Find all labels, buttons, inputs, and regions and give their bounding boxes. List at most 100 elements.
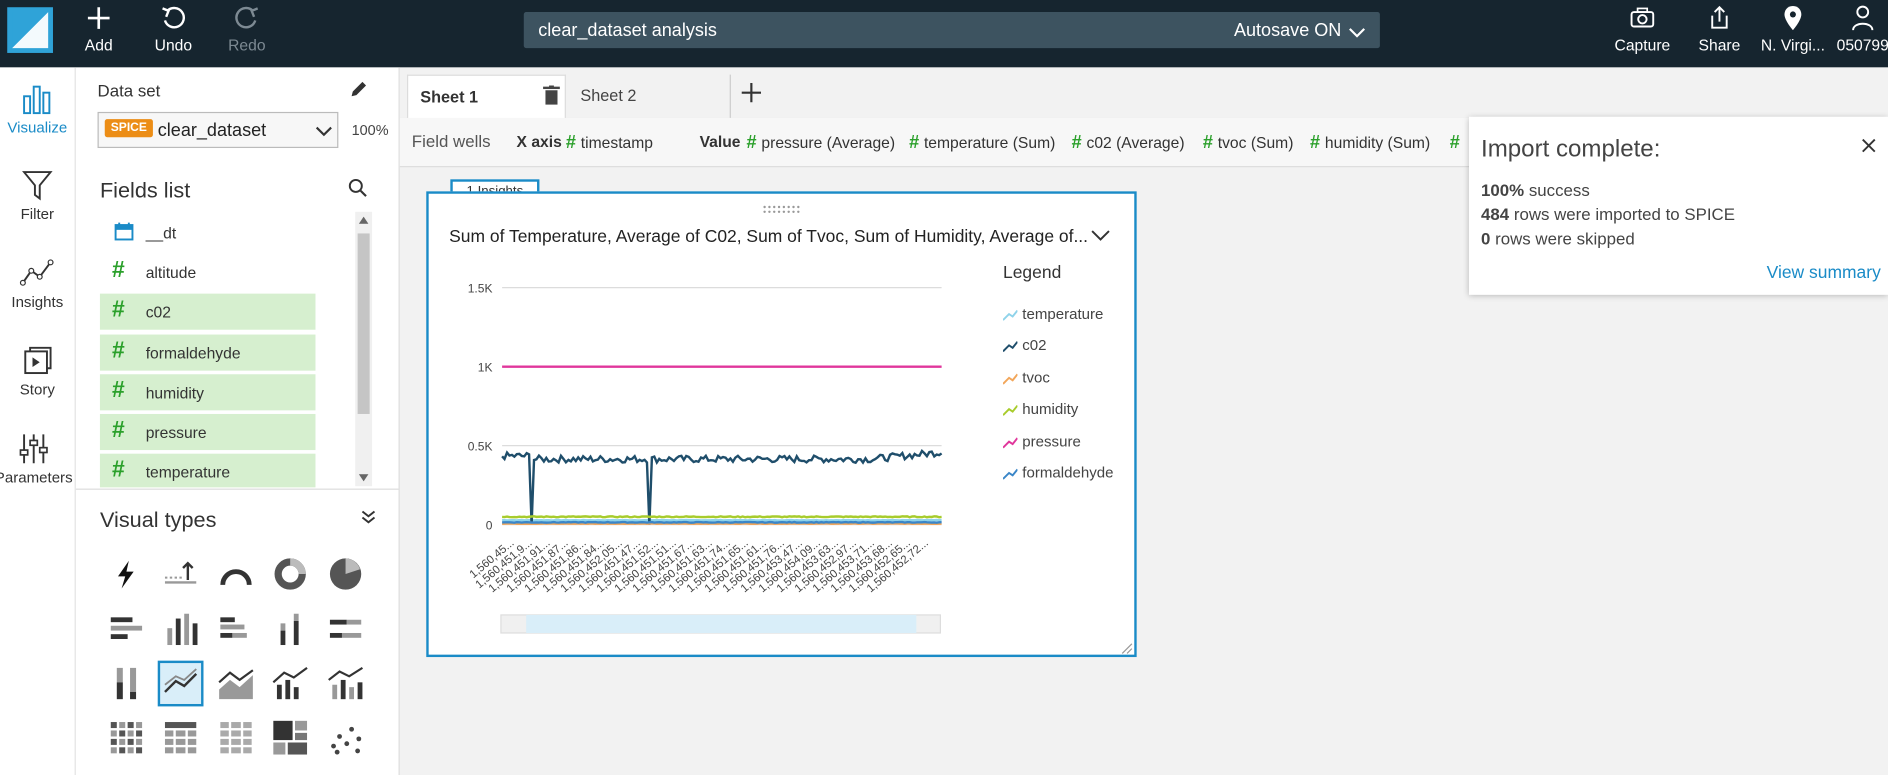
series-line-formaldehyde[interactable]	[502, 520, 942, 524]
quicksight-logo[interactable]	[7, 7, 53, 53]
user-icon	[1835, 5, 1888, 36]
trash-icon[interactable]	[543, 85, 560, 108]
region-label: N. Virgi...	[1760, 36, 1825, 55]
value-field-chip[interactable]: # humidity (Sum)	[1310, 132, 1430, 152]
legend-label: humidity	[1022, 400, 1079, 418]
donut-chart-icon[interactable]	[267, 551, 313, 597]
capture-button[interactable]: Capture	[1609, 5, 1676, 63]
skipped-text: rows were skipped	[1495, 228, 1635, 248]
edit-dataset-pencil-icon[interactable]	[348, 78, 370, 106]
scroll-down-icon[interactable]	[358, 474, 369, 482]
value-field-chip[interactable]: # tvoc (Sum)	[1203, 132, 1294, 152]
series-line-humidity[interactable]	[502, 515, 942, 519]
toast-title: Import complete:	[1481, 135, 1661, 163]
add-sheet-plus-icon[interactable]	[741, 82, 763, 110]
y-tick-label: 1K	[478, 360, 493, 374]
fields-scrollbar[interactable]	[355, 211, 373, 487]
success-line: 100% success	[1481, 181, 1590, 200]
tab-label: Sheet 2	[580, 86, 637, 105]
sliders-icon	[0, 432, 77, 469]
field-item-formaldehyde[interactable]: # formaldehyde	[99, 334, 316, 371]
tab-sheet-2[interactable]: Sheet 2	[571, 74, 731, 118]
legend-item-temperature[interactable]: temperature	[1002, 306, 1103, 323]
scrollbar-thumb[interactable]	[357, 233, 370, 414]
analysis-title[interactable]: clear_dataset analysis	[538, 20, 717, 40]
combo-clustered-line-icon[interactable]	[323, 661, 369, 707]
value-field-chip[interactable]: # temperature (Sum)	[909, 132, 1055, 152]
top-bar: Add Undo Redo clear_dataset analysis Aut…	[0, 0, 1888, 68]
resize-handle-icon[interactable]	[1121, 643, 1133, 654]
combo-bar-line-icon[interactable]	[267, 661, 313, 707]
stacked-bar-chart-icon[interactable]	[267, 607, 313, 653]
rail-item-parameters[interactable]: Parameters	[0, 432, 77, 486]
number-hash-icon: #	[746, 132, 757, 153]
legend-item-tvoc[interactable]: tvoc	[1002, 369, 1050, 386]
rows-imported-line: 484 rows were imported to SPICE	[1481, 205, 1735, 224]
tab-sheet-1[interactable]: Sheet 1	[406, 74, 566, 120]
pivot-table-icon[interactable]	[158, 715, 204, 761]
scroll-up-icon[interactable]	[358, 216, 369, 224]
field-item-altitude[interactable]: # altitude	[100, 254, 316, 290]
field-item-humidity[interactable]: # humidity	[99, 374, 316, 411]
share-button[interactable]: Share	[1686, 5, 1753, 63]
scatter-plot-icon[interactable]	[323, 715, 369, 761]
kpi-icon[interactable]	[158, 551, 204, 597]
field-item-c02[interactable]: # c02	[99, 293, 316, 330]
legend-item-c02[interactable]: c02	[1002, 337, 1047, 355]
visual-card[interactable]: Sum of Temperature, Average of C02, Sum …	[426, 191, 1137, 658]
rail-item-filter[interactable]: Filter	[0, 168, 75, 223]
x-scroll-range[interactable]	[500, 614, 942, 634]
value-field-chip[interactable]: # pressure (Average)	[747, 132, 896, 152]
vertical-bar-chart-icon[interactable]	[158, 607, 204, 653]
chevron-down-icon	[315, 126, 332, 137]
tree-map-icon[interactable]	[267, 715, 313, 761]
horizontal-bar-chart-icon[interactable]	[104, 607, 150, 653]
field-wells-label[interactable]: Field wells	[412, 131, 491, 150]
legend-item-formaldehyde[interactable]: formaldehyde	[1002, 465, 1113, 481]
collapse-chevrons-icon[interactable]	[360, 508, 377, 531]
legend-label: pressure	[1022, 432, 1081, 450]
line-chart-icon[interactable]	[157, 660, 204, 707]
legend-swatch-icon	[1002, 468, 1019, 480]
heat-map-icon[interactable]	[104, 715, 150, 761]
rail-item-story[interactable]: Story	[0, 344, 75, 398]
spice-badge: SPICE	[104, 119, 153, 138]
undo-button[interactable]: Undo	[140, 5, 207, 63]
search-icon[interactable]	[348, 178, 367, 203]
rail-label-filter: Filter	[20, 205, 55, 223]
analysis-title-bar[interactable]: clear_dataset analysis Autosave ON	[523, 12, 1380, 49]
rail-item-insights[interactable]: Insights	[0, 256, 75, 310]
autosave-toggle[interactable]: Autosave ON	[1234, 20, 1366, 41]
redo-button[interactable]: Redo	[213, 5, 280, 63]
stacked-horizontal-bar-icon[interactable]	[323, 607, 369, 653]
account-menu[interactable]: 050799	[1835, 5, 1888, 63]
value-field-chip-partial[interactable]: #	[1450, 132, 1465, 152]
table-icon[interactable]	[213, 715, 259, 761]
gauge-icon[interactable]	[213, 551, 259, 597]
pie-chart-icon[interactable]	[323, 551, 369, 597]
tab-label: Sheet 1	[420, 87, 479, 106]
field-item-pressure[interactable]: # pressure	[99, 413, 316, 451]
value-field-chip[interactable]: # c02 (Average)	[1072, 132, 1185, 152]
legend-label: c02	[1022, 337, 1047, 355]
stacked-100-bar-icon[interactable]	[104, 661, 150, 707]
dataset-select[interactable]: SPICE clear_dataset	[97, 111, 339, 149]
camera-icon	[1609, 5, 1676, 36]
field-item-dt[interactable]: __dt	[100, 214, 316, 250]
legend-item-humidity[interactable]: humidity	[1002, 400, 1079, 418]
field-name: __dt	[145, 223, 177, 242]
legend-item-pressure[interactable]: pressure	[1002, 432, 1081, 450]
field-item-temperature[interactable]: # temperature	[99, 453, 316, 488]
undo-icon	[140, 5, 207, 36]
rail-item-visualize[interactable]: Visualize	[0, 82, 75, 136]
xaxis-field-chip[interactable]: # timestamp	[566, 132, 653, 152]
add-button[interactable]: Add	[65, 5, 132, 63]
autograph-lightning-icon[interactable]	[104, 551, 150, 597]
clustered-bar-chart-icon[interactable]	[213, 607, 259, 653]
spice-usage-percent: 100%	[351, 121, 389, 139]
series-line-c02[interactable]	[501, 448, 943, 525]
close-icon[interactable]	[1862, 134, 1876, 159]
view-summary-link[interactable]: View summary	[1767, 264, 1881, 283]
region-selector[interactable]: N. Virgi...	[1758, 5, 1828, 63]
area-line-chart-icon[interactable]	[213, 661, 259, 707]
